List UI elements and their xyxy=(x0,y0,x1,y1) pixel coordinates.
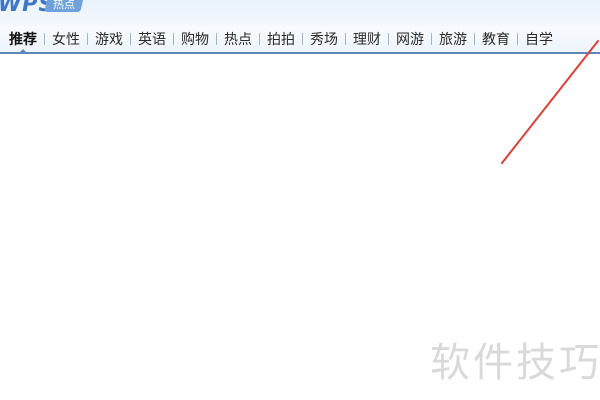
hotspot-tag-label: 热点 xyxy=(53,0,75,11)
wps-hotspot-window: WPS 热点 推荐 女性 游戏 英语 购物 热点 拍拍 秀场 理财 网游 旅游 … xyxy=(0,0,600,400)
nav-item-label: 拍拍 xyxy=(267,32,295,48)
nav-item-finance[interactable]: 理财 xyxy=(346,26,388,52)
nav-item-english[interactable]: 英语 xyxy=(131,26,173,52)
watermark-text: 软件技巧 xyxy=(430,340,600,386)
nav-item-label: 购物 xyxy=(181,32,209,48)
nav-item-self-study[interactable]: 自学 xyxy=(518,26,560,52)
nav-item-label: 自学 xyxy=(525,32,553,48)
nav-item-label: 游戏 xyxy=(95,32,123,48)
nav-item-paipai[interactable]: 拍拍 xyxy=(260,26,302,52)
hotspot-tag: 热点 xyxy=(44,0,84,12)
nav-item-label: 旅游 xyxy=(439,32,467,48)
nav-item-label: 热点 xyxy=(224,32,252,48)
nav-item-label: 网游 xyxy=(396,32,424,48)
nav-item-showroom[interactable]: 秀场 xyxy=(303,26,345,52)
nav-item-label: 理财 xyxy=(353,32,381,48)
nav-item-women[interactable]: 女性 xyxy=(45,26,87,52)
nav-item-label: 推荐 xyxy=(9,32,37,48)
nav-item-label: 秀场 xyxy=(310,32,338,48)
red-pointer-line xyxy=(501,40,599,164)
nav-item-online-games[interactable]: 网游 xyxy=(389,26,431,52)
nav-item-label: 英语 xyxy=(138,32,166,48)
nav-item-hot[interactable]: 热点 xyxy=(217,26,259,52)
nav-item-recommend[interactable]: 推荐 xyxy=(2,26,44,54)
nav-item-games[interactable]: 游戏 xyxy=(88,26,130,52)
nav-item-education[interactable]: 教育 xyxy=(475,26,517,52)
nav-item-travel[interactable]: 旅游 xyxy=(432,26,474,52)
nav-item-shopping[interactable]: 购物 xyxy=(174,26,216,52)
category-nav: 推荐 女性 游戏 英语 购物 热点 拍拍 秀场 理财 网游 旅游 教育 自学 xyxy=(0,26,600,54)
nav-item-label: 教育 xyxy=(482,32,510,48)
brand-strip: WPS 热点 xyxy=(0,0,600,26)
nav-item-label: 女性 xyxy=(52,32,80,48)
